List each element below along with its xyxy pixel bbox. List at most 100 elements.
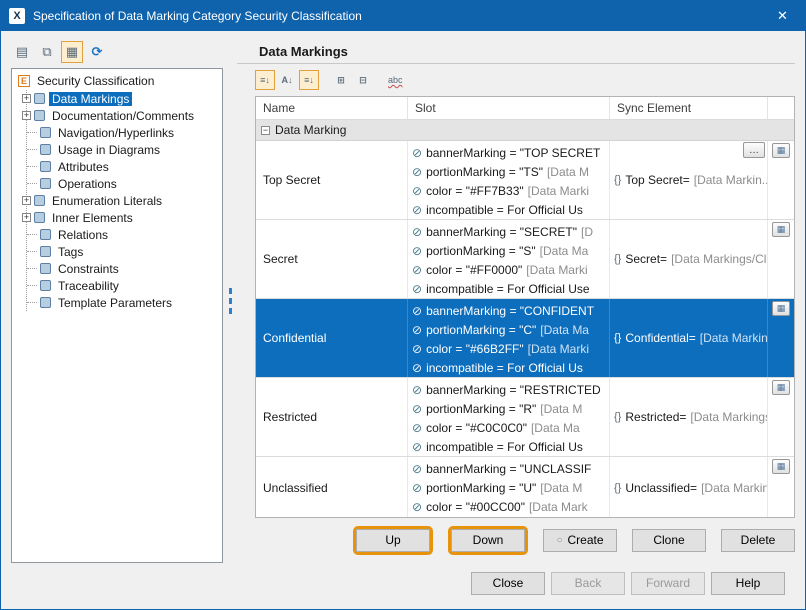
tree-item-label[interactable]: Constraints bbox=[55, 262, 122, 276]
slot-line[interactable]: ⊘bannerMarking = "RESTRICTED bbox=[412, 380, 609, 399]
tree-item-label[interactable]: Tags bbox=[55, 245, 86, 259]
specification-tree[interactable]: E Security Classification + Data Marking… bbox=[11, 68, 223, 563]
table-toolbar: ≡↓ A↓ ≡↓ ⊞ ⊟ abc bbox=[237, 64, 795, 96]
delete-button[interactable]: Delete bbox=[721, 529, 795, 552]
row-unclassified[interactable]: Unclassified ⊘bannerMarking = "UNCLASSIF… bbox=[256, 457, 794, 518]
row-restricted[interactable]: Restricted ⊘bannerMarking = "RESTRICTED … bbox=[256, 378, 794, 457]
pane-splitter[interactable] bbox=[223, 39, 237, 563]
tree-item-label[interactable]: Template Parameters bbox=[55, 296, 175, 310]
clone-button[interactable]: Clone bbox=[632, 529, 706, 552]
collapse-icon[interactable]: − bbox=[261, 126, 270, 135]
row-edit-button[interactable]: ▦ bbox=[772, 301, 790, 316]
tree-item-inner-elements[interactable]: + Inner Elements bbox=[27, 209, 220, 226]
column-header-name[interactable]: Name bbox=[256, 97, 408, 119]
slot-note: [Data M bbox=[547, 165, 589, 179]
tree-item-label[interactable]: Usage in Diagrams bbox=[55, 143, 163, 157]
slot-text: portionMarking = "TS" bbox=[426, 165, 543, 179]
refresh-button[interactable]: ⟳ bbox=[86, 41, 108, 63]
tree-item-usage-in-diagrams[interactable]: Usage in Diagrams bbox=[27, 141, 220, 158]
grid-view-button[interactable]: ▦ bbox=[61, 41, 83, 63]
slot-line[interactable]: ⊘color = "#00CC00" [Data Mark bbox=[412, 497, 609, 516]
tree-item-template-parameters[interactable]: Template Parameters bbox=[27, 294, 220, 311]
expand-all-icon[interactable]: ⊞ bbox=[331, 70, 351, 90]
tree-item-constraints[interactable]: Constraints bbox=[27, 260, 220, 277]
row-edit-button[interactable]: ▦ bbox=[772, 380, 790, 395]
slot-line[interactable]: ⊘bannerMarking = "CONFIDENT bbox=[412, 301, 609, 320]
tree-root-label[interactable]: Security Classification bbox=[34, 74, 157, 88]
tree-item-attributes[interactable]: Attributes bbox=[27, 158, 220, 175]
tree-item-label[interactable]: Attributes bbox=[55, 160, 112, 174]
tree-item-label[interactable]: Operations bbox=[55, 177, 120, 191]
slot-text: color = "#C0C0C0" bbox=[426, 421, 527, 435]
row-confidential[interactable]: Confidential ⊘bannerMarking = "CONFIDENT… bbox=[256, 299, 794, 378]
slot-line[interactable]: ⊘color = "#FF7B33" [Data Marki bbox=[412, 181, 609, 200]
tree-view-button[interactable]: ⧉ bbox=[36, 41, 58, 63]
row-edit-button[interactable]: ▦ bbox=[772, 222, 790, 237]
column-header-sync-element[interactable]: Sync Element bbox=[610, 97, 768, 119]
sort-alpha-icon[interactable]: A↓ bbox=[277, 70, 297, 90]
expand-icon[interactable]: + bbox=[22, 213, 31, 222]
tree-root-security-classification[interactable]: E Security Classification bbox=[18, 72, 220, 90]
row-edit-button[interactable]: ▦ bbox=[772, 459, 790, 474]
slot-line[interactable]: ⊘portionMarking = "TS" [Data M bbox=[412, 162, 609, 181]
slot-line[interactable]: ⊘color = "#FF0000" [Data Marki bbox=[412, 260, 609, 279]
tree-item-label[interactable]: Documentation/Comments bbox=[49, 109, 197, 123]
slot-line[interactable]: ⊘portionMarking = "C" [Data Ma bbox=[412, 320, 609, 339]
slot-icon: ⊘ bbox=[412, 342, 422, 356]
tree-item-data-markings[interactable]: + Data Markings bbox=[27, 90, 220, 107]
ellipsis-button[interactable]: … bbox=[743, 142, 765, 158]
form-view-button[interactable]: ▤ bbox=[11, 41, 33, 63]
slot-line[interactable]: ⊘incompatible = For Official Us bbox=[412, 200, 609, 219]
slot-note: [Data M bbox=[540, 481, 582, 495]
collapse-all-icon[interactable]: ⊟ bbox=[353, 70, 373, 90]
tree-item-enumeration-literals[interactable]: + Enumeration Literals bbox=[27, 192, 220, 209]
tree-item-label[interactable]: Navigation/Hyperlinks bbox=[55, 126, 177, 140]
expand-icon[interactable]: + bbox=[22, 196, 31, 205]
tree-item-documentation-comments[interactable]: + Documentation/Comments bbox=[27, 107, 220, 124]
slot-line[interactable]: ⊘incompatible = For Official Use bbox=[412, 279, 609, 298]
close-button[interactable]: Close bbox=[471, 572, 545, 595]
close-icon[interactable]: ✕ bbox=[760, 1, 805, 31]
up-button[interactable]: Up bbox=[356, 529, 430, 552]
slot-line[interactable]: ⊘bannerMarking = "UNCLASSIF bbox=[412, 459, 609, 478]
sync-name: Top Secret= bbox=[625, 173, 689, 187]
create-button[interactable]: ○Create bbox=[543, 529, 617, 552]
row-secret[interactable]: Secret ⊘bannerMarking = "SECRET" [D ⊘por… bbox=[256, 220, 794, 299]
splitter-handle-icon[interactable] bbox=[229, 288, 232, 314]
tree-item-traceability[interactable]: Traceability bbox=[27, 277, 220, 294]
forward-button[interactable]: Forward bbox=[631, 572, 705, 595]
tree-item-label[interactable]: Inner Elements bbox=[49, 211, 136, 225]
row-edit-button[interactable]: ▦ bbox=[772, 143, 790, 158]
back-button[interactable]: Back bbox=[551, 572, 625, 595]
tree-item-navigation-hyperlinks[interactable]: Navigation/Hyperlinks bbox=[27, 124, 220, 141]
slot-line[interactable]: ⊘color = "#C0C0C0" [Data Ma bbox=[412, 418, 609, 437]
slot-line[interactable]: ⊘bannerMarking = "SECRET" [D bbox=[412, 222, 609, 241]
help-button[interactable]: Help bbox=[711, 572, 785, 595]
tree-item-operations[interactable]: Operations bbox=[27, 175, 220, 192]
abc-icon[interactable]: abc bbox=[385, 70, 406, 90]
tree-item-label[interactable]: Traceability bbox=[55, 279, 122, 293]
slot-line[interactable]: ⊘portionMarking = "R" [Data M bbox=[412, 399, 609, 418]
tree-item-label[interactable]: Enumeration Literals bbox=[49, 194, 165, 208]
tree-item-label[interactable]: Data Markings bbox=[49, 92, 132, 106]
sort-rows-icon[interactable]: ≡↓ bbox=[255, 70, 275, 90]
tree-item-relations[interactable]: Relations bbox=[27, 226, 220, 243]
element-icon bbox=[40, 178, 51, 189]
expand-icon[interactable]: + bbox=[22, 94, 31, 103]
tree-item-label[interactable]: Relations bbox=[55, 228, 111, 242]
down-button[interactable]: Down bbox=[451, 529, 525, 552]
slot-line[interactable]: ⊘incompatible = For Official Us bbox=[412, 437, 609, 456]
group-rows-icon[interactable]: ≡↓ bbox=[299, 70, 319, 90]
title-bar[interactable]: X Specification of Data Marking Category… bbox=[1, 1, 805, 31]
slot-line[interactable]: ⊘bannerMarking = "TOP SECRET bbox=[412, 143, 609, 162]
slot-line[interactable]: ⊘portionMarking = "S" [Data Ma bbox=[412, 241, 609, 260]
group-row-data-marking[interactable]: − Data Marking bbox=[256, 120, 794, 141]
row-name: Confidential bbox=[263, 331, 326, 345]
column-header-slot[interactable]: Slot bbox=[408, 97, 610, 119]
row-top-secret[interactable]: Top Secret ⊘bannerMarking = "TOP SECRET … bbox=[256, 141, 794, 220]
expand-icon[interactable]: + bbox=[22, 111, 31, 120]
slot-line[interactable]: ⊘portionMarking = "U" [Data M bbox=[412, 478, 609, 497]
slot-line[interactable]: ⊘incompatible = For Official Us bbox=[412, 358, 609, 377]
tree-item-tags[interactable]: Tags bbox=[27, 243, 220, 260]
slot-line[interactable]: ⊘color = "#66B2FF" [Data Marki bbox=[412, 339, 609, 358]
